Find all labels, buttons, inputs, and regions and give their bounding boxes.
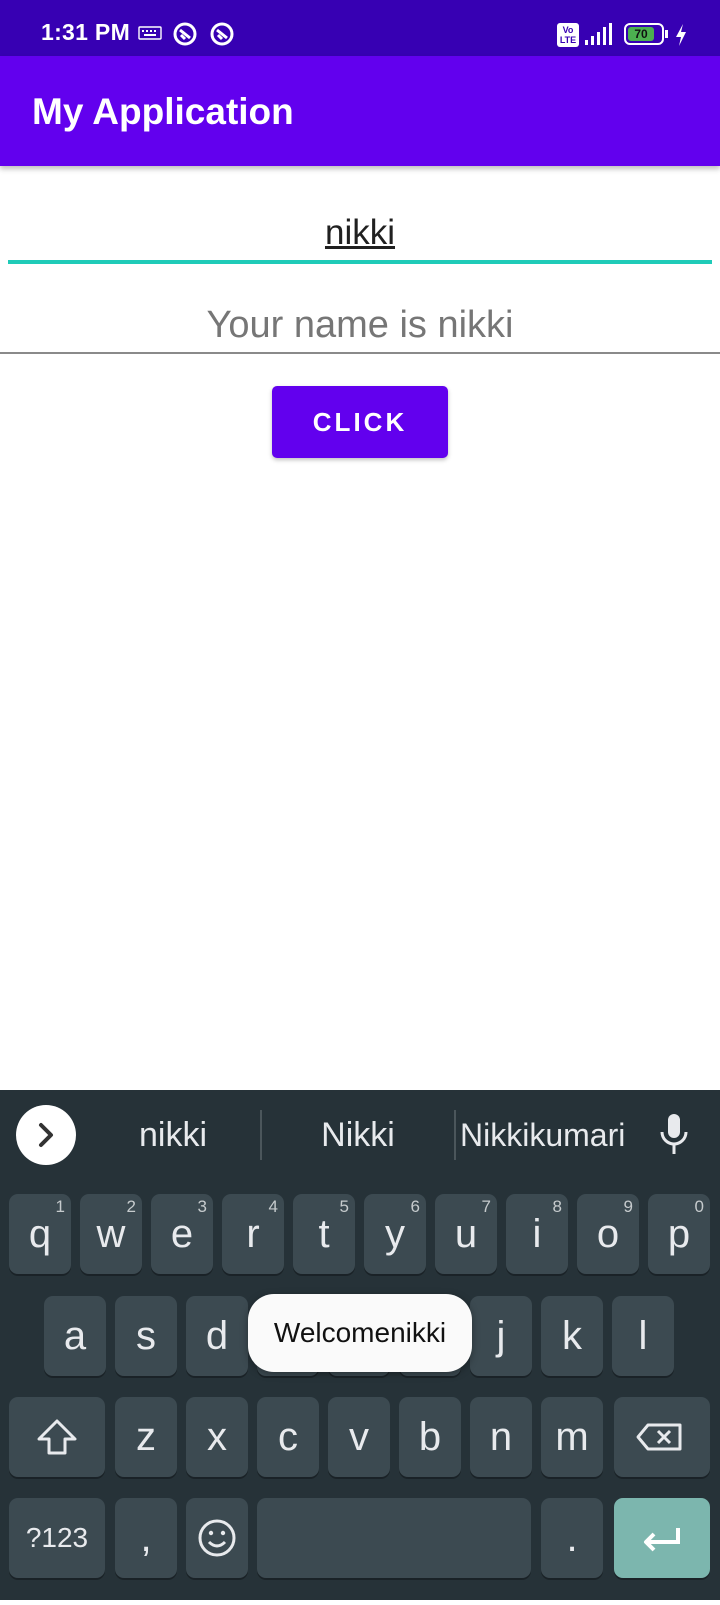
key-i[interactable]: i8	[506, 1194, 568, 1274]
suggestion-divider	[260, 1110, 262, 1160]
space-key[interactable]	[257, 1498, 531, 1578]
key-hint: 1	[55, 1197, 65, 1216]
key-label: y	[385, 1212, 405, 1256]
key-hint: 9	[623, 1197, 633, 1216]
comma-key[interactable]: ,	[115, 1498, 177, 1578]
key-k[interactable]: k	[541, 1296, 603, 1376]
key-hint: 3	[197, 1197, 207, 1216]
key-c[interactable]: c	[257, 1397, 319, 1477]
signal-icon	[585, 23, 612, 45]
battery-level: 70	[628, 27, 654, 41]
key-j[interactable]: j	[470, 1296, 532, 1376]
symbols-key[interactable]: ?123	[9, 1498, 105, 1578]
backspace-icon	[636, 1423, 682, 1451]
key-hint: 6	[410, 1197, 420, 1216]
enter-icon	[644, 1528, 680, 1552]
key-o[interactable]: o9	[577, 1194, 639, 1274]
suggestion-divider	[454, 1110, 456, 1160]
status-bar: 1:31 PM Vo LTE 70	[0, 0, 720, 56]
key-label: o	[596, 1212, 620, 1256]
suggestion-3[interactable]: Nikkikumari	[460, 1110, 625, 1160]
key-a[interactable]: a	[44, 1296, 106, 1376]
key-n[interactable]: n	[470, 1397, 532, 1477]
key-hint: 0	[694, 1197, 704, 1216]
key-hint: 5	[339, 1197, 349, 1216]
key-m[interactable]: m	[541, 1397, 603, 1477]
key-l[interactable]: l	[612, 1296, 674, 1376]
backspace-key[interactable]	[614, 1397, 710, 1477]
key-t[interactable]: t5	[293, 1194, 355, 1274]
greeting-text: Your name is nikki	[0, 296, 720, 354]
toast-message: Welcomenikki	[248, 1294, 472, 1372]
key-u[interactable]: u7	[435, 1194, 497, 1274]
key-label: t	[318, 1212, 330, 1256]
app-bar: My Application	[0, 56, 720, 166]
app-title: My Application	[32, 91, 294, 132]
key-d[interactable]: d	[186, 1296, 248, 1376]
emoji-key[interactable]	[186, 1498, 248, 1578]
microphone-icon[interactable]	[654, 1110, 694, 1160]
key-hint: 7	[481, 1197, 491, 1216]
data-saver-icon	[210, 22, 234, 46]
shift-key[interactable]	[9, 1397, 105, 1477]
key-label: q	[28, 1212, 52, 1256]
suggestion-2[interactable]: Nikki	[276, 1110, 440, 1160]
key-label: u	[454, 1212, 478, 1256]
key-p[interactable]: p0	[648, 1194, 710, 1274]
enter-key[interactable]	[614, 1498, 710, 1578]
name-input[interactable]	[8, 200, 712, 264]
key-v[interactable]: v	[328, 1397, 390, 1477]
key-hint: 4	[268, 1197, 278, 1216]
chevron-right-icon	[39, 1123, 53, 1147]
key-r[interactable]: r4	[222, 1194, 284, 1274]
key-label: e	[170, 1212, 194, 1256]
emoji-icon	[198, 1519, 236, 1557]
period-key[interactable]: .	[541, 1498, 603, 1578]
key-hint: 2	[126, 1197, 136, 1216]
volte-icon: Vo LTE	[557, 23, 579, 47]
keyboard-icon	[138, 26, 162, 40]
key-label: i	[532, 1212, 542, 1256]
suggestion-1[interactable]: nikki	[92, 1110, 254, 1160]
key-w[interactable]: w2	[80, 1194, 142, 1274]
key-q[interactable]: q1	[9, 1194, 71, 1274]
key-z[interactable]: z	[115, 1397, 177, 1477]
suggestion-bar: nikki Nikki Nikkikumari	[0, 1090, 720, 1180]
key-b[interactable]: b	[399, 1397, 461, 1477]
shift-icon	[37, 1419, 77, 1455]
key-label: r	[246, 1212, 260, 1256]
key-label: p	[667, 1212, 691, 1256]
key-hint: 8	[552, 1197, 562, 1216]
battery-icon: 70	[624, 23, 668, 45]
key-e[interactable]: e3	[151, 1194, 213, 1274]
status-time: 1:31 PM	[41, 19, 131, 45]
click-button[interactable]: CLICK	[272, 386, 448, 458]
charging-icon	[676, 24, 686, 46]
key-x[interactable]: x	[186, 1397, 248, 1477]
key-label: w	[96, 1212, 126, 1256]
key-y[interactable]: y6	[364, 1194, 426, 1274]
data-saver-icon	[173, 22, 197, 46]
key-s[interactable]: s	[115, 1296, 177, 1376]
expand-toolbar-button[interactable]	[16, 1105, 76, 1165]
